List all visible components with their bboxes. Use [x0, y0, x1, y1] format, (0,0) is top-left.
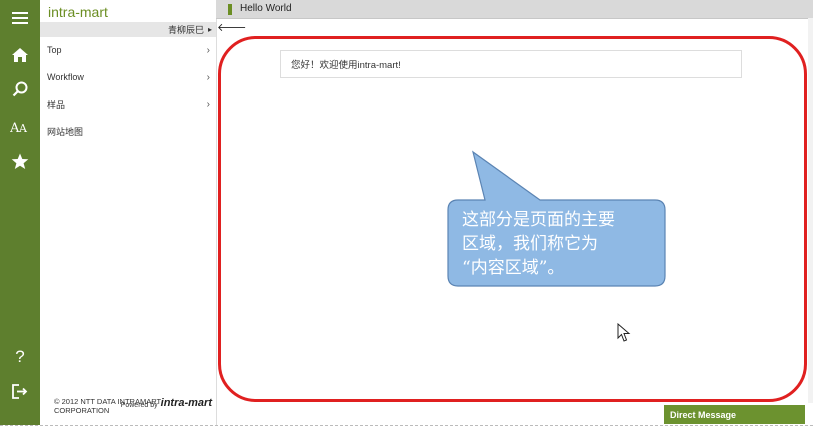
menu-item-label: Top — [47, 45, 62, 55]
help-icon[interactable]: ? — [0, 342, 40, 372]
menu-item-label: 样品 — [47, 99, 66, 110]
home-icon[interactable] — [0, 40, 40, 70]
menu-item-label: 网站地图 — [47, 126, 84, 137]
brand-logo: intra-mart — [48, 4, 108, 20]
menu-item-sitemap[interactable]: 网站地图 — [40, 121, 216, 141]
header-bar: Hello World — [216, 0, 813, 19]
chevron-right-icon: › — [206, 44, 210, 56]
font-size-icon[interactable]: AA — [0, 112, 40, 142]
icon-rail: AA ? — [0, 0, 40, 425]
chevron-right-icon: ▸ — [207, 25, 212, 34]
mouse-cursor-icon — [617, 323, 631, 342]
user-name: 青柳辰巳 — [167, 25, 204, 35]
page-title: Hello World — [240, 3, 292, 14]
direct-message-label: Direct Message — [670, 409, 737, 420]
user-bar[interactable]: 青柳辰巳 ▸ — [40, 22, 216, 37]
collapse-arrow-icon[interactable]: 🡐 — [217, 20, 247, 34]
menu-item-label: Workflow — [47, 72, 84, 82]
title-marker — [228, 4, 232, 15]
star-icon[interactable] — [0, 146, 40, 176]
chevron-right-icon: › — [206, 71, 210, 83]
direct-message-button[interactable]: Direct Message — [664, 405, 805, 424]
menu-item-workflow[interactable]: Workflow › — [40, 67, 216, 87]
callout-line: 这部分是页面的主要 — [462, 210, 615, 230]
copyright: © 2012 NTT DATA INTRAMART CORPORATION — [54, 397, 161, 415]
menu-icon[interactable] — [0, 3, 40, 33]
scrollbar[interactable] — [808, 18, 813, 403]
menu-item-top[interactable]: Top › — [40, 40, 216, 60]
menu-item-samples[interactable]: 样品 › — [40, 94, 216, 114]
svg-text:A: A — [18, 122, 28, 134]
bottom-divider — [0, 425, 813, 426]
side-menu: intra-mart 青柳辰巳 ▸ Top › Workflow › 样品 › … — [40, 0, 217, 425]
logout-icon[interactable] — [0, 376, 40, 406]
search-icon[interactable] — [0, 74, 40, 104]
callout-line: 区域，我们称它为 — [462, 234, 598, 254]
callout-text: 这部分是页面的主要 区域，我们称它为 “内容区域”。 — [462, 208, 652, 280]
callout-line: “内容区域”。 — [462, 258, 565, 278]
chevron-right-icon: › — [206, 98, 210, 110]
